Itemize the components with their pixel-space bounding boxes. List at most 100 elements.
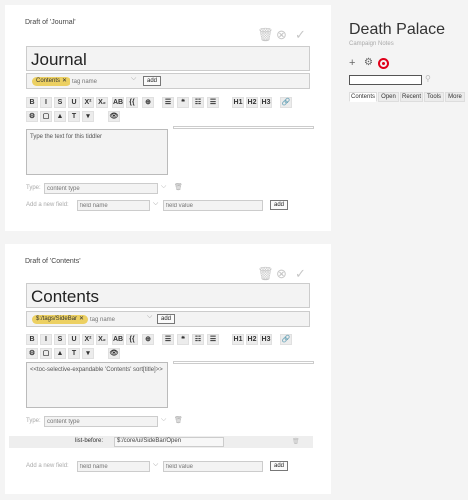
toolbar-button[interactable]: H1 xyxy=(232,334,244,345)
cancel-icon[interactable]: ⊗ xyxy=(276,27,287,43)
toolbar-button[interactable]: H1 xyxy=(232,97,244,108)
chevron-down-icon[interactable]: ⌵ xyxy=(161,183,166,191)
sidebar-tab-recent[interactable]: Recent xyxy=(400,92,423,102)
toolbar-button[interactable]: U xyxy=(68,334,80,345)
type-label: Type: xyxy=(26,418,41,424)
toolbar-button[interactable]: 🔗 xyxy=(280,97,292,108)
delete-icon[interactable]: 🗑 xyxy=(257,27,274,43)
cancel-icon[interactable]: ⊗ xyxy=(276,266,287,282)
confirm-icon[interactable]: ✓ xyxy=(295,27,306,43)
delete-icon[interactable]: 🗑 xyxy=(257,266,274,282)
remove-tag-icon[interactable]: ✕ xyxy=(62,78,67,84)
type-row: Type: ⌵ 🗑 xyxy=(26,416,196,428)
trash-icon[interactable]: 🗑 xyxy=(292,438,300,445)
toolbar-button[interactable]: X² xyxy=(82,97,94,108)
chevron-down-icon[interactable]: ⌵ xyxy=(147,313,152,321)
sidebar-tab-tools[interactable]: Tools xyxy=(424,92,444,102)
toolbar-button[interactable]: H2 xyxy=(246,97,258,108)
sidebar-tab-open[interactable]: Open xyxy=(378,92,399,102)
trash-icon[interactable]: 🗑 xyxy=(174,416,183,424)
toolbar-button[interactable]: T xyxy=(68,348,80,359)
type-input[interactable] xyxy=(44,416,158,427)
confirm-icon[interactable]: ✓ xyxy=(295,266,306,282)
toolbar-button[interactable]: B xyxy=(26,334,38,345)
toolbar-button[interactable]: B xyxy=(26,97,38,108)
new-tiddler-icon[interactable]: + xyxy=(349,57,355,69)
field-value-input[interactable] xyxy=(163,461,263,472)
chevron-down-icon[interactable]: ⌵ xyxy=(153,200,158,208)
toolbar-button[interactable]: ▢ xyxy=(40,111,52,122)
toolbar-button[interactable]: ⚙ xyxy=(26,111,38,122)
toolbar-button[interactable]: ☰ xyxy=(162,334,174,345)
tag-pill[interactable]: $:/tags/SideBar ✕ xyxy=(32,315,89,324)
add-tag-button[interactable]: add xyxy=(157,314,176,324)
chevron-down-icon[interactable]: ⌵ xyxy=(131,75,136,83)
text-editor[interactable]: Type the text for this tiddler xyxy=(26,129,168,175)
toolbar-button[interactable]: {{ xyxy=(126,334,138,345)
toolbar-button[interactable]: ▲ xyxy=(54,111,66,122)
toolbar-button[interactable]: ▾ xyxy=(82,111,94,122)
new-field-row: Add a new field: ⌵ add xyxy=(26,460,296,472)
title-input[interactable]: Journal xyxy=(26,46,310,71)
tag-name-input[interactable] xyxy=(70,76,128,87)
field-name-input[interactable] xyxy=(77,200,150,211)
toolbar-button[interactable]: H3 xyxy=(260,334,272,345)
sidebar-tab-more[interactable]: More xyxy=(445,92,465,102)
preview-pane xyxy=(173,361,314,364)
toolbar-button[interactable]: ☰ xyxy=(162,97,174,108)
remove-tag-icon[interactable]: ✕ xyxy=(79,316,84,322)
add-field-button[interactable]: add xyxy=(270,461,289,471)
text-editor[interactable]: <<toc-selective-expandable 'Contents' so… xyxy=(26,362,168,408)
toolbar-button[interactable]: ⊕ xyxy=(142,97,154,108)
gear-icon[interactable]: ⚙ xyxy=(364,57,373,68)
toolbar-button[interactable]: 🔗 xyxy=(280,334,292,345)
toolbar-button[interactable]: ❝ xyxy=(177,97,189,108)
sidebar-tab-contents[interactable]: Contents xyxy=(349,92,377,102)
toolbar-button[interactable]: AB xyxy=(112,334,124,345)
toolbar-button[interactable]: ⚙ xyxy=(26,348,38,359)
toolbar-button[interactable]: {{ xyxy=(126,97,138,108)
toolbar-button[interactable]: 👁 xyxy=(108,111,120,122)
toolbar-button[interactable]: I xyxy=(40,97,52,108)
toolbar-button[interactable]: X₂ xyxy=(96,334,108,345)
toolbar-button[interactable]: ☷ xyxy=(192,334,204,345)
toolbar-button[interactable]: S xyxy=(54,334,66,345)
site-subtitle: Campaign Notes xyxy=(349,41,394,47)
field-name-input[interactable] xyxy=(77,461,150,472)
toolbar-button[interactable]: ☰ xyxy=(207,334,219,345)
toolbar-button[interactable]: I xyxy=(40,334,52,345)
trash-icon[interactable]: 🗑 xyxy=(174,183,183,191)
toolbar-button[interactable]: X² xyxy=(82,334,94,345)
record-icon[interactable] xyxy=(378,58,389,69)
toolbar-button[interactable]: ▾ xyxy=(82,348,94,359)
toolbar-button[interactable]: ❝ xyxy=(177,334,189,345)
toolbar-button[interactable]: S xyxy=(54,97,66,108)
toolbar-button[interactable]: H2 xyxy=(246,334,258,345)
add-tag-button[interactable]: add xyxy=(143,76,162,86)
tag-pill[interactable]: Contents ✕ xyxy=(32,77,72,86)
chevron-down-icon[interactable]: ⌵ xyxy=(153,461,158,469)
title-input[interactable]: Contents xyxy=(26,283,310,308)
toolbar-button[interactable]: ☷ xyxy=(192,97,204,108)
toolbar-button[interactable]: 👁 xyxy=(108,348,120,359)
field-value-input[interactable] xyxy=(163,200,263,211)
field-value-input[interactable]: $:/core/ui/SideBar/Open xyxy=(114,437,224,447)
search-icon[interactable]: ⚲ xyxy=(425,74,431,83)
chevron-down-icon[interactable]: ⌵ xyxy=(161,416,166,424)
site-title: Death Palace xyxy=(349,21,446,38)
add-field-button[interactable]: add xyxy=(270,200,289,210)
field-name-label: list-before: xyxy=(75,438,104,444)
search-input[interactable] xyxy=(349,75,422,85)
toolbar-button[interactable]: H3 xyxy=(260,97,272,108)
tag-name-input[interactable] xyxy=(88,314,146,325)
toolbar-button[interactable]: ▲ xyxy=(54,348,66,359)
type-input[interactable] xyxy=(44,183,158,194)
tag-bar: $:/tags/SideBar✕ ⌵ add xyxy=(26,311,310,327)
toolbar-button[interactable]: T xyxy=(68,111,80,122)
toolbar-button[interactable]: ☰ xyxy=(207,97,219,108)
toolbar-button[interactable]: X₂ xyxy=(96,97,108,108)
toolbar-button[interactable]: ▢ xyxy=(40,348,52,359)
toolbar-button[interactable]: U xyxy=(68,97,80,108)
toolbar-button[interactable]: AB xyxy=(112,97,124,108)
toolbar-button[interactable]: ⊕ xyxy=(142,334,154,345)
